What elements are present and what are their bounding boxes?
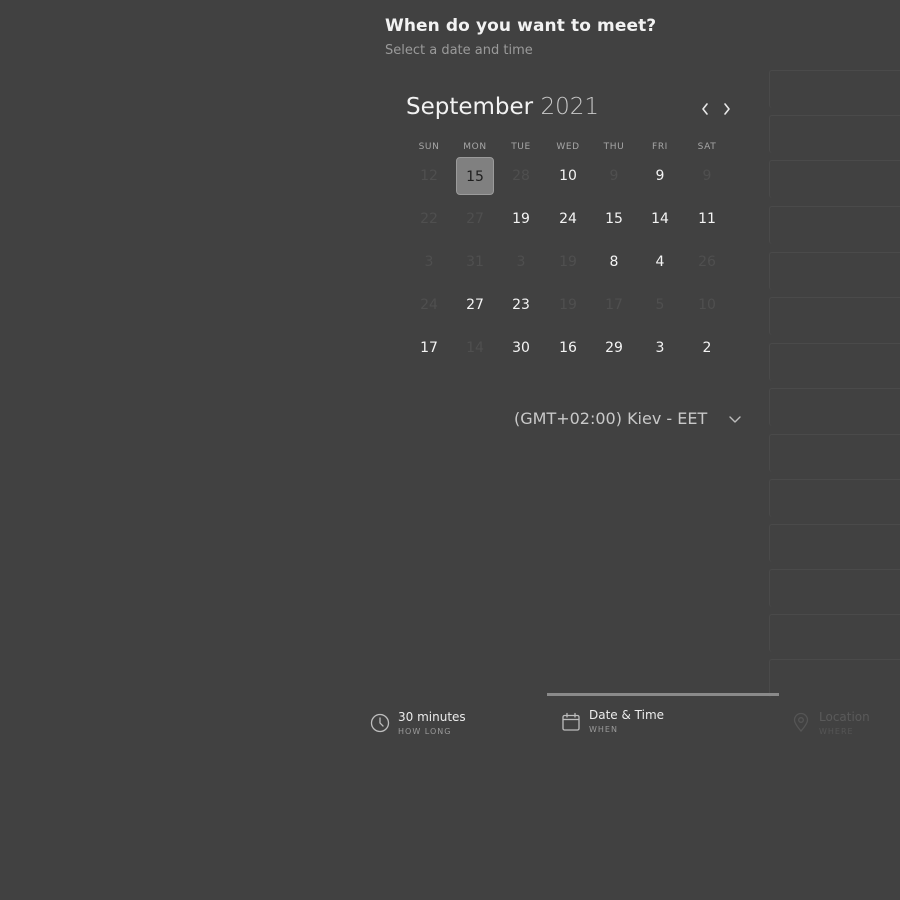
- day-cell[interactable]: 2: [688, 329, 726, 367]
- calendar-month: September: [406, 94, 534, 120]
- day-cell: 31: [466, 254, 484, 270]
- day-cell: 10: [698, 297, 716, 313]
- day-cell: 19: [559, 297, 577, 313]
- current-step-indicator: [547, 693, 779, 696]
- day-cell: 19: [559, 254, 577, 270]
- location-pin-icon: [793, 712, 809, 732]
- page-title: When do you want to meet?: [385, 16, 657, 36]
- next-month-button[interactable]: [717, 99, 737, 119]
- time-slot[interactable]: [769, 343, 900, 381]
- timezone-select[interactable]: (GMT+02:00) Kiev - EET: [514, 405, 746, 433]
- weekday-label: SUN: [418, 142, 440, 152]
- day-cell[interactable]: 17: [410, 329, 448, 367]
- day-cell: 26: [698, 254, 716, 270]
- weekday-label: SAT: [697, 142, 717, 152]
- calendar-month-label: September 2021: [406, 94, 599, 120]
- step-title: Date & Time: [589, 708, 665, 722]
- selected-day-cell[interactable]: 15: [456, 157, 494, 195]
- step-title: 30 minutes: [398, 710, 466, 724]
- time-slots-column: [769, 70, 900, 698]
- step-date-time[interactable]: Date & Time WHEN: [561, 708, 721, 742]
- chevron-left-icon: [702, 103, 708, 115]
- time-slot[interactable]: [769, 388, 900, 426]
- chevron-right-icon: [724, 103, 730, 115]
- weekday-label: WED: [556, 142, 580, 152]
- time-slot[interactable]: [769, 569, 900, 607]
- weekday-label: TUE: [511, 142, 531, 152]
- previous-month-button[interactable]: [695, 99, 715, 119]
- day-cell: 17: [605, 297, 623, 313]
- day-cell[interactable]: 3: [641, 329, 679, 367]
- day-cell: 28: [512, 168, 530, 184]
- calendar-grid: 12 15 28 10 9 9 9 22 27 19 24 15 14 11 3 31 3 19 8 4 26 24 27 2…: [406, 155, 730, 375]
- day-cell[interactable]: 19: [502, 200, 540, 238]
- weekday-header-row: SUN MON TUE WED THU FRI SAT: [406, 142, 730, 156]
- day-cell[interactable]: 24: [549, 200, 587, 238]
- day-cell: 12: [420, 168, 438, 184]
- step-subtitle: WHERE: [819, 727, 854, 736]
- day-cell[interactable]: 14: [641, 200, 679, 238]
- step-title: Location: [819, 710, 870, 724]
- time-slot[interactable]: [769, 434, 900, 472]
- calendar-year: 2021: [540, 94, 599, 120]
- calendar-icon: [562, 712, 580, 731]
- day-cell[interactable]: 4: [641, 243, 679, 281]
- time-slot[interactable]: [769, 252, 900, 290]
- day-cell: 5: [655, 297, 665, 313]
- time-slot[interactable]: [769, 115, 900, 153]
- time-slot[interactable]: [769, 614, 900, 652]
- day-cell[interactable]: 29: [595, 329, 633, 367]
- timezone-label: (GMT+02:00) Kiev - EET: [514, 409, 708, 428]
- day-cell[interactable]: 9: [641, 157, 679, 195]
- weekday-label: THU: [603, 142, 625, 152]
- step-subtitle: WHEN: [589, 725, 618, 734]
- day-cell: 3: [516, 254, 526, 270]
- day-cell: 27: [466, 211, 484, 227]
- day-cell[interactable]: 16: [549, 329, 587, 367]
- day-cell[interactable]: 23: [502, 286, 540, 324]
- day-cell[interactable]: 30: [502, 329, 540, 367]
- chevron-down-icon: [729, 416, 741, 423]
- day-cell[interactable]: 10: [549, 157, 587, 195]
- weekday-label: MON: [463, 142, 487, 152]
- day-cell: 22: [420, 211, 438, 227]
- day-cell: 9: [609, 168, 619, 184]
- scheduler-page: When do you want to meet? Select a date …: [0, 0, 900, 900]
- time-slot[interactable]: [769, 297, 900, 335]
- day-cell: 14: [466, 340, 484, 356]
- time-slot[interactable]: [769, 206, 900, 244]
- day-cell: 3: [424, 254, 434, 270]
- weekday-label: FRI: [652, 142, 668, 152]
- step-subtitle: HOW LONG: [398, 727, 452, 736]
- day-cell[interactable]: 15: [595, 200, 633, 238]
- day-cell: 24: [420, 297, 438, 313]
- step-duration[interactable]: 30 minutes HOW LONG: [370, 710, 530, 744]
- time-slot[interactable]: [769, 524, 900, 562]
- day-cell[interactable]: 8: [595, 243, 633, 281]
- time-slot[interactable]: [769, 659, 900, 698]
- time-slot[interactable]: [769, 70, 900, 108]
- day-cell[interactable]: 11: [688, 200, 726, 238]
- page-subtitle: Select a date and time: [385, 43, 533, 58]
- day-cell[interactable]: 27: [456, 286, 494, 324]
- time-slot[interactable]: [769, 160, 900, 198]
- day-cell: 9: [702, 168, 712, 184]
- step-location[interactable]: Location WHERE: [791, 710, 900, 744]
- clock-icon: [370, 713, 390, 733]
- time-slot[interactable]: [769, 479, 900, 517]
